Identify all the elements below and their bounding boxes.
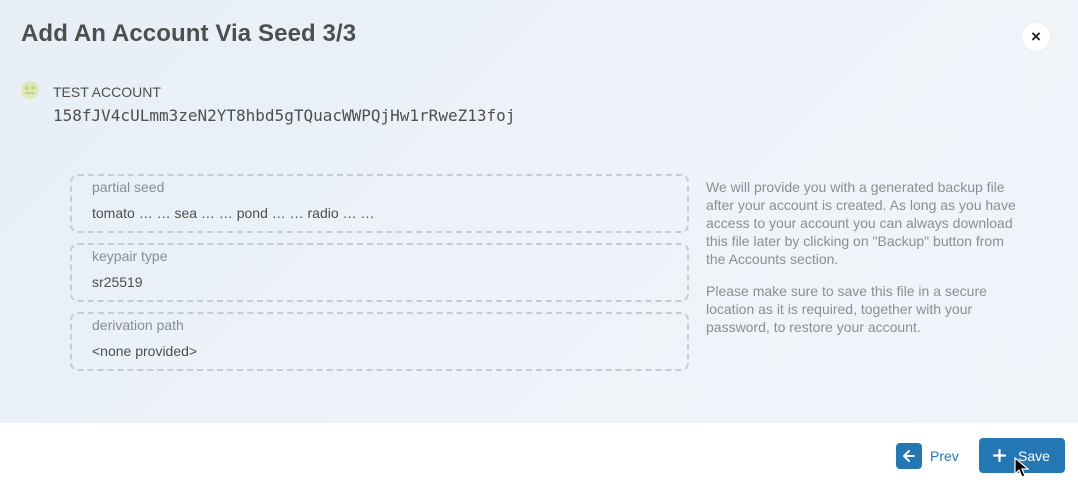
field-value: <none provided> bbox=[92, 343, 198, 359]
backup-help-text: We will provide you with a generated bac… bbox=[706, 179, 1016, 267]
field-label: keypair type bbox=[92, 248, 168, 264]
plus-icon bbox=[993, 449, 1006, 462]
partial-seed-field: partial seed tomato … … sea … … pond … …… bbox=[70, 174, 689, 233]
modal: Add An Account Via Seed 3/3 × TEST ACCOU… bbox=[0, 0, 1078, 489]
field-value: tomato … … sea … … pond … … radio … … bbox=[92, 205, 375, 221]
save-file-help-text: Please make sure to save this file in a … bbox=[706, 283, 987, 335]
mouse-cursor-icon bbox=[1014, 457, 1030, 478]
account-name: TEST ACCOUNT bbox=[53, 84, 161, 100]
arrow-left-icon bbox=[896, 442, 922, 469]
field-label: derivation path bbox=[92, 317, 184, 333]
field-value: sr25519 bbox=[92, 274, 143, 290]
modal-title: Add An Account Via Seed 3/3 bbox=[21, 20, 357, 47]
identicon-avatar bbox=[21, 81, 39, 99]
derivation-path-field: derivation path <none provided> bbox=[70, 312, 689, 371]
field-label: partial seed bbox=[92, 179, 165, 195]
keypair-type-field: keypair type sr25519 bbox=[70, 243, 689, 302]
prev-button-label: Prev bbox=[930, 447, 959, 464]
close-button[interactable]: × bbox=[1022, 23, 1050, 51]
close-icon: × bbox=[1031, 27, 1041, 46]
account-address: 158fJV4cULmm3zeN2YT8hbd5gTQuacWWPQjHw1rR… bbox=[53, 106, 516, 125]
prev-button[interactable]: Prev bbox=[896, 438, 966, 473]
modal-body: Add An Account Via Seed 3/3 × TEST ACCOU… bbox=[0, 0, 1078, 423]
